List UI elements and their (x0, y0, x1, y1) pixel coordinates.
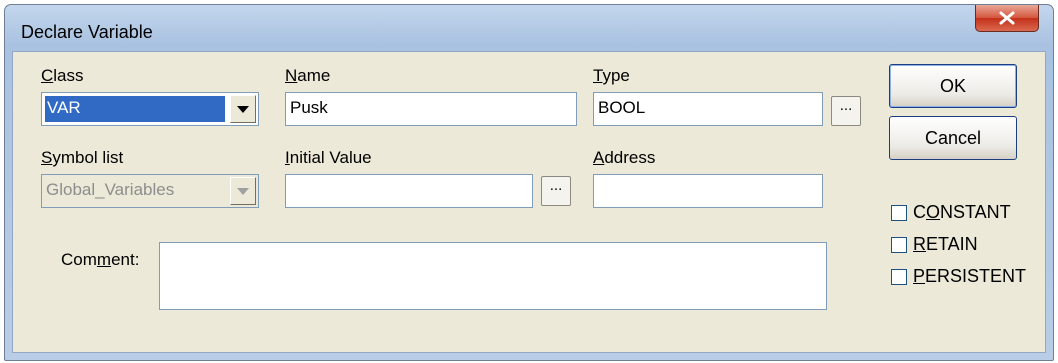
persistent-label: PERSISTENT (913, 266, 1027, 286)
type-label: Type (593, 66, 630, 85)
persistent-checkbox[interactable]: PERSISTENT (891, 266, 1026, 287)
persistent-checkbox-box[interactable] (891, 268, 907, 285)
class-dropdown-button[interactable] (230, 95, 256, 123)
comment-label: Comment: (61, 250, 140, 269)
chevron-down-icon (237, 105, 249, 113)
close-button[interactable] (975, 5, 1039, 32)
dialog-body: Class VAR Name Pusk Type BOOL ... Symbol… (12, 51, 1046, 353)
class-selected-value: VAR (45, 96, 225, 122)
initial-value-field[interactable] (285, 174, 533, 208)
type-field[interactable]: BOOL (593, 92, 823, 126)
title-bar[interactable]: Declare Variable (11, 5, 1047, 51)
constant-label: CONSTANT (913, 202, 1011, 222)
initial-value-label: Initial Value (285, 148, 372, 167)
retain-label: RETAIN (913, 234, 978, 254)
class-label: Class (41, 66, 84, 85)
class-dropdown[interactable]: VAR (41, 92, 259, 126)
constant-checkbox-box[interactable] (891, 204, 907, 221)
retain-checkbox[interactable]: RETAIN (891, 234, 978, 255)
retain-checkbox-box[interactable] (891, 236, 907, 253)
address-label: Address (593, 148, 656, 167)
constant-checkbox[interactable]: CONSTANT (891, 202, 1011, 223)
symbol-list-dropdown[interactable]: Global_Variables (41, 174, 259, 208)
declare-variable-dialog: Declare Variable Class VAR Name Pusk Typ… (4, 4, 1054, 361)
cancel-button[interactable]: Cancel (889, 116, 1017, 160)
symbol-list-value: Global_Variables (46, 180, 175, 199)
chevron-down-icon (237, 187, 249, 195)
symbol-list-label: Symbol list (41, 148, 124, 167)
symbol-list-dropdown-button[interactable] (230, 177, 256, 205)
name-field[interactable]: Pusk (285, 92, 577, 126)
ok-button[interactable]: OK (889, 64, 1017, 108)
initial-value-browse-button[interactable]: ... (541, 176, 571, 206)
address-field[interactable] (593, 174, 823, 208)
dialog-title: Declare Variable (21, 22, 153, 42)
name-label: Name (285, 66, 331, 85)
comment-field[interactable] (159, 242, 827, 310)
type-browse-button[interactable]: ... (831, 96, 861, 126)
close-icon (999, 11, 1015, 25)
